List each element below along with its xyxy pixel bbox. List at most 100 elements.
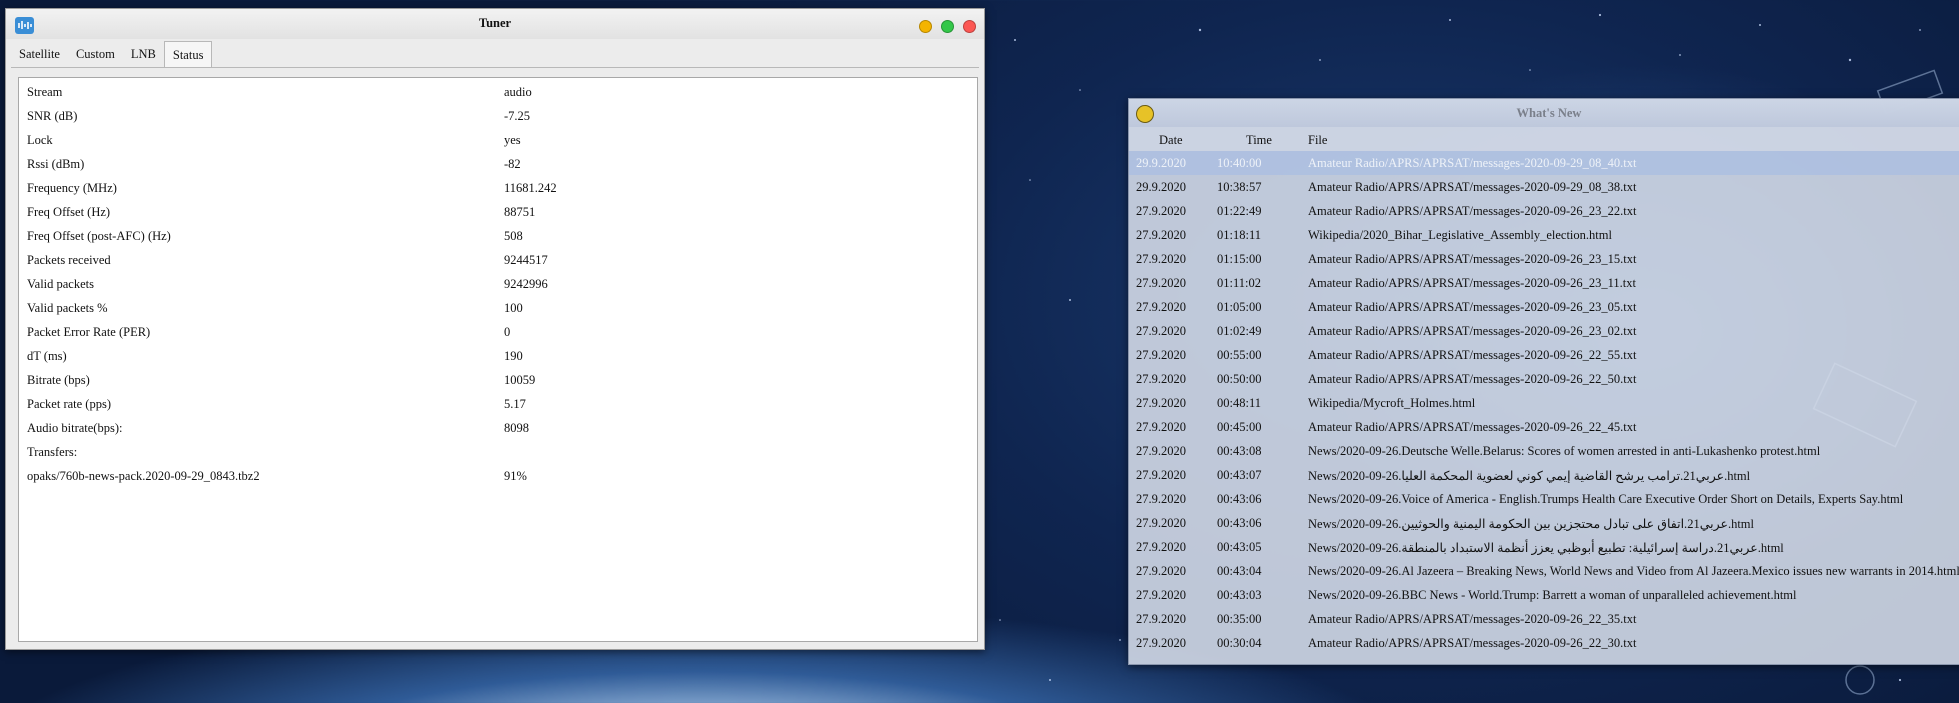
tuner-titlebar[interactable]: Tuner xyxy=(6,9,984,39)
cell-time: 00:43:08 xyxy=(1217,444,1262,458)
cell-date: 27.9.2020 xyxy=(1136,348,1186,362)
cell-date: 27.9.2020 xyxy=(1136,564,1186,578)
cell-file: Amateur Radio/APRS/APRSAT/messages-2020-… xyxy=(1308,612,1637,626)
cell-date: 27.9.2020 xyxy=(1136,612,1186,626)
status-label: Packet rate (pps) xyxy=(27,397,111,411)
status-panel: Stream audio SNR (dB) -7.25 Lock yes Rssi (dBm… xyxy=(18,77,978,642)
table-row[interactable]: 27.9.2020 01:11:02 Amateur Radio/APRS/APRS… xyxy=(1129,271,1959,295)
cell-file: Amateur Radio/APRS/APRSAT/messages-2020-… xyxy=(1308,276,1637,290)
maximize-button[interactable] xyxy=(941,20,954,33)
table-row[interactable]: 27.9.2020 00:43:05 News/2020-09-26.عربي21.… xyxy=(1129,535,1959,559)
cell-date: 27.9.2020 xyxy=(1136,588,1186,602)
status-row: Stream audio xyxy=(19,82,977,106)
cell-time: 00:55:00 xyxy=(1217,348,1262,362)
status-label: Frequency (MHz) xyxy=(27,181,117,195)
tuner-window: Tuner Satellite Custom LNB Status Stream… xyxy=(5,8,985,650)
table-row[interactable]: 27.9.2020 00:55:00 Amateur Radio/APRS/APRS… xyxy=(1129,343,1959,367)
table-row[interactable]: 27.9.2020 00:43:07 News/2020-09-26.عربي21.… xyxy=(1129,463,1959,487)
status-label: Freq Offset (post-AFC) (Hz) xyxy=(27,229,171,243)
table-row[interactable]: 27.9.2020 00:30:04 Amateur Radio/APRS/APRS… xyxy=(1129,631,1959,655)
cell-date: 29.9.2020 xyxy=(1136,180,1186,194)
cell-time: 01:02:49 xyxy=(1217,324,1262,338)
cell-file: Amateur Radio/APRS/APRSAT/messages-2020-… xyxy=(1308,372,1637,386)
cell-file: Amateur Radio/APRS/APRSAT/messages-2020-… xyxy=(1308,156,1637,170)
cell-time: 00:43:07 xyxy=(1217,468,1262,482)
status-row: Bitrate (bps) 10059 xyxy=(19,370,977,394)
cell-date: 27.9.2020 xyxy=(1136,228,1186,242)
cell-time: 00:43:03 xyxy=(1217,588,1262,602)
cell-date: 27.9.2020 xyxy=(1136,396,1186,410)
status-row: Audio bitrate(bps): 8098 xyxy=(19,418,977,442)
table-row[interactable]: 27.9.2020 00:43:08 News/2020-09-26.Deutsch… xyxy=(1129,439,1959,463)
status-value: 10059 xyxy=(504,373,536,387)
tab-satellite[interactable]: Satellite xyxy=(11,41,68,66)
table-row[interactable]: 29.9.2020 10:38:57 Amateur Radio/APRS/APRS… xyxy=(1129,175,1959,199)
status-label: SNR (dB) xyxy=(27,109,78,123)
table-row[interactable]: 27.9.2020 00:43:03 News/2020-09-26.BBC New… xyxy=(1129,583,1959,607)
status-label: Audio bitrate(bps): xyxy=(27,421,123,435)
cell-time: 01:22:49 xyxy=(1217,204,1262,218)
column-header-date[interactable]: Date xyxy=(1159,133,1183,148)
status-row: Rssi (dBm) -82 xyxy=(19,154,977,178)
status-label: Bitrate (bps) xyxy=(27,373,90,387)
table-row[interactable]: 27.9.2020 00:43:04 News/2020-09-26.Al Jaze… xyxy=(1129,559,1959,583)
table-row[interactable]: 27.9.2020 00:43:06 News/2020-09-26.عربي21.… xyxy=(1129,511,1959,535)
cell-time: 00:43:06 xyxy=(1217,516,1262,530)
status-value: 100 xyxy=(504,301,523,315)
table-row[interactable]: 29.9.2020 10:40:00 Amateur Radio/APRS/APRS… xyxy=(1129,151,1959,175)
table-row[interactable]: 27.9.2020 01:02:49 Amateur Radio/APRS/APRS… xyxy=(1129,319,1959,343)
status-label: opaks/760b-news-pack.2020-09-29_0843.tbz… xyxy=(27,469,260,483)
table-row[interactable]: 27.9.2020 00:45:00 Amateur Radio/APRS/APRS… xyxy=(1129,415,1959,439)
tab-lnb[interactable]: LNB xyxy=(123,41,164,66)
cell-time: 10:40:00 xyxy=(1217,156,1262,170)
cell-file: Amateur Radio/APRS/APRSAT/messages-2020-… xyxy=(1308,324,1637,338)
window-title: Tuner xyxy=(478,16,512,30)
status-value: -82 xyxy=(504,157,521,171)
cell-date: 27.9.2020 xyxy=(1136,540,1186,554)
tuner-tabs: Satellite Custom LNB Status xyxy=(11,41,213,67)
table-row[interactable]: 27.9.2020 00:43:06 News/2020-09-26.Voice o… xyxy=(1129,487,1959,511)
status-row: Valid packets 9242996 xyxy=(19,274,977,298)
cell-time: 01:15:00 xyxy=(1217,252,1262,266)
status-row: opaks/760b-news-pack.2020-09-29_0843.tbz… xyxy=(19,466,977,490)
table-row[interactable]: 27.9.2020 01:15:00 Amateur Radio/APRS/APRS… xyxy=(1129,247,1959,271)
table-row[interactable]: 27.9.2020 01:05:00 Amateur Radio/APRS/APRS… xyxy=(1129,295,1959,319)
cell-file: News/2020-09-26.عربي21.دراسة إسرائيلية: … xyxy=(1308,541,1784,555)
cell-date: 27.9.2020 xyxy=(1136,204,1186,218)
status-label: Packets received xyxy=(27,253,111,267)
table-row[interactable]: 27.9.2020 01:22:49 Amateur Radio/APRS/APRS… xyxy=(1129,199,1959,223)
status-value: 9244517 xyxy=(504,253,548,267)
status-label: Stream xyxy=(27,85,63,99)
cell-date: 27.9.2020 xyxy=(1136,252,1186,266)
cell-date: 27.9.2020 xyxy=(1136,444,1186,458)
column-header-time[interactable]: Time xyxy=(1246,133,1272,148)
table-row[interactable]: 27.9.2020 00:35:00 Amateur Radio/APRS/APRS… xyxy=(1129,607,1959,631)
cell-time: 00:43:05 xyxy=(1217,540,1262,554)
status-label: Lock xyxy=(27,133,53,147)
table-row[interactable]: 27.9.2020 00:50:00 Amateur Radio/APRS/APRS… xyxy=(1129,367,1959,391)
minimize-button[interactable] xyxy=(919,20,932,33)
close-button[interactable] xyxy=(963,20,976,33)
status-row: Lock yes xyxy=(19,130,977,154)
cell-file: Amateur Radio/APRS/APRSAT/messages-2020-… xyxy=(1308,180,1637,194)
status-value: 91% xyxy=(504,469,527,483)
cell-date: 27.9.2020 xyxy=(1136,324,1186,338)
table-row[interactable]: 27.9.2020 00:48:11 Wikipedia/Mycroft_Holme… xyxy=(1129,391,1959,415)
cell-file: Amateur Radio/APRS/APRSAT/messages-2020-… xyxy=(1308,204,1637,218)
whats-new-titlebar[interactable]: What's New xyxy=(1129,99,1959,127)
cell-date: 27.9.2020 xyxy=(1136,300,1186,314)
table-row[interactable]: 27.9.2020 01:18:11 Wikipedia/2020_Bihar_Le… xyxy=(1129,223,1959,247)
status-row: Transfers: xyxy=(19,442,977,466)
tab-custom[interactable]: Custom xyxy=(68,41,123,66)
status-value: -7.25 xyxy=(504,109,531,123)
cell-time: 00:50:00 xyxy=(1217,372,1262,386)
cell-file: News/2020-09-26.عربي21.ترامب يرشح القاضي… xyxy=(1308,469,1751,483)
cell-time: 01:05:00 xyxy=(1217,300,1262,314)
cell-time: 00:30:04 xyxy=(1217,636,1262,650)
cell-time: 10:38:57 xyxy=(1217,180,1262,194)
tab-status[interactable]: Status xyxy=(163,41,213,67)
cell-file: Amateur Radio/APRS/APRSAT/messages-2020-… xyxy=(1308,252,1637,266)
status-value: 508 xyxy=(504,229,523,243)
cell-time: 01:11:02 xyxy=(1217,276,1261,290)
column-header-file[interactable]: File xyxy=(1308,133,1327,148)
